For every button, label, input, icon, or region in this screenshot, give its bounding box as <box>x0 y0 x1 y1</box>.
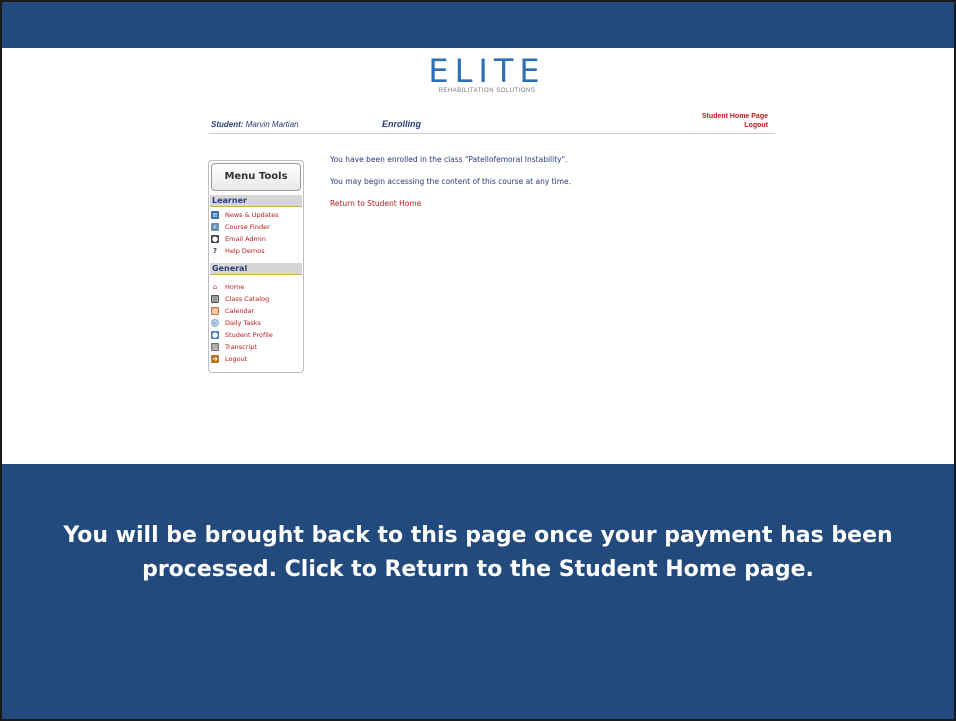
catalog-icon: ▤ <box>211 295 219 303</box>
slide-frame: ELITE REHABILITATION SOLUTIONS Student: … <box>0 0 956 721</box>
logo-subtitle: REHABILITATION SOLUTIONS <box>438 88 536 94</box>
sidebar-item-class-catalog[interactable]: ▤ Class Catalog <box>211 293 273 305</box>
user-icon: ● <box>211 235 219 243</box>
sidebar-item-home[interactable]: ⌂ Home <box>211 281 273 293</box>
sidebar-item-label: Course Finder <box>225 223 270 231</box>
clock-icon: ◷ <box>211 319 219 327</box>
sidebar-section-learner: Learner <box>210 195 302 207</box>
header-divider <box>209 133 775 134</box>
student-info: Student: Marvin Martian <box>211 120 299 129</box>
menu-tools-button[interactable]: Menu Tools <box>211 163 301 191</box>
sidebar-item-logout[interactable]: ➜ Logout <box>211 353 273 365</box>
slide-caption: You will be brought back to this page on… <box>63 523 893 582</box>
sidebar-item-transcript[interactable]: ▥ Transcript <box>211 341 273 353</box>
sidebar-item-label: Student Profile <box>225 331 273 339</box>
page-title: Enrolling <box>382 119 421 129</box>
sidebar-item-label: Transcript <box>225 343 257 351</box>
calendar-icon: ▦ <box>211 307 219 315</box>
return-to-student-home-link[interactable]: Return to Student Home <box>330 199 421 208</box>
caption-panel: You will be brought back to this page on… <box>2 464 954 719</box>
access-message: You may begin accessing the content of t… <box>330 177 571 186</box>
home-icon: ⌂ <box>211 283 219 291</box>
enrolled-message: You have been enrolled in the class "Pat… <box>330 155 568 164</box>
sidebar-item-help-demos[interactable]: ? Help Demos <box>211 245 279 257</box>
sidebar-item-label: Email Admin <box>225 235 266 243</box>
logout-icon: ➜ <box>211 355 219 363</box>
sidebar-item-label: News & Updates <box>225 211 279 219</box>
sidebar-item-student-profile[interactable]: ● Student Profile <box>211 329 273 341</box>
news-icon: ≡ <box>211 211 219 219</box>
student-name: Marvin Martian <box>245 120 299 129</box>
sidebar-item-label: Daily Tasks <box>225 319 261 327</box>
elite-logo: ELITE REHABILITATION SOLUTIONS <box>422 54 552 96</box>
sidebar-item-label: Logout <box>225 355 248 363</box>
sidebar-section-general: General <box>210 263 302 275</box>
sidebar-item-email-admin[interactable]: ● Email Admin <box>211 233 279 245</box>
search-icon: ⌕ <box>211 223 219 231</box>
profile-icon: ● <box>211 331 219 339</box>
sidebar-item-calendar[interactable]: ▦ Calendar <box>211 305 273 317</box>
sidebar-item-label: Home <box>225 283 245 291</box>
help-icon: ? <box>211 247 219 255</box>
sidebar-item-news-updates[interactable]: ≡ News & Updates <box>211 209 279 221</box>
sidebar-item-label: Help Demos <box>225 247 265 255</box>
logout-link[interactable]: Logout <box>702 121 768 130</box>
sidebar-item-daily-tasks[interactable]: ◷ Daily Tasks <box>211 317 273 329</box>
student-home-page-link[interactable]: Student Home Page <box>702 112 768 121</box>
logo-wordmark: ELITE <box>428 52 546 90</box>
student-label: Student: <box>211 120 244 129</box>
sidebar-menu: Menu Tools Learner ≡ News & Updates ⌕ Co… <box>208 160 304 373</box>
sidebar-item-label: Calendar <box>225 307 255 315</box>
transcript-icon: ▥ <box>211 343 219 351</box>
sidebar-item-label: Class Catalog <box>225 295 270 303</box>
slide-top-bar <box>2 2 954 48</box>
header-links: Student Home Page Logout <box>702 112 768 130</box>
sidebar-item-course-finder[interactable]: ⌕ Course Finder <box>211 221 279 233</box>
